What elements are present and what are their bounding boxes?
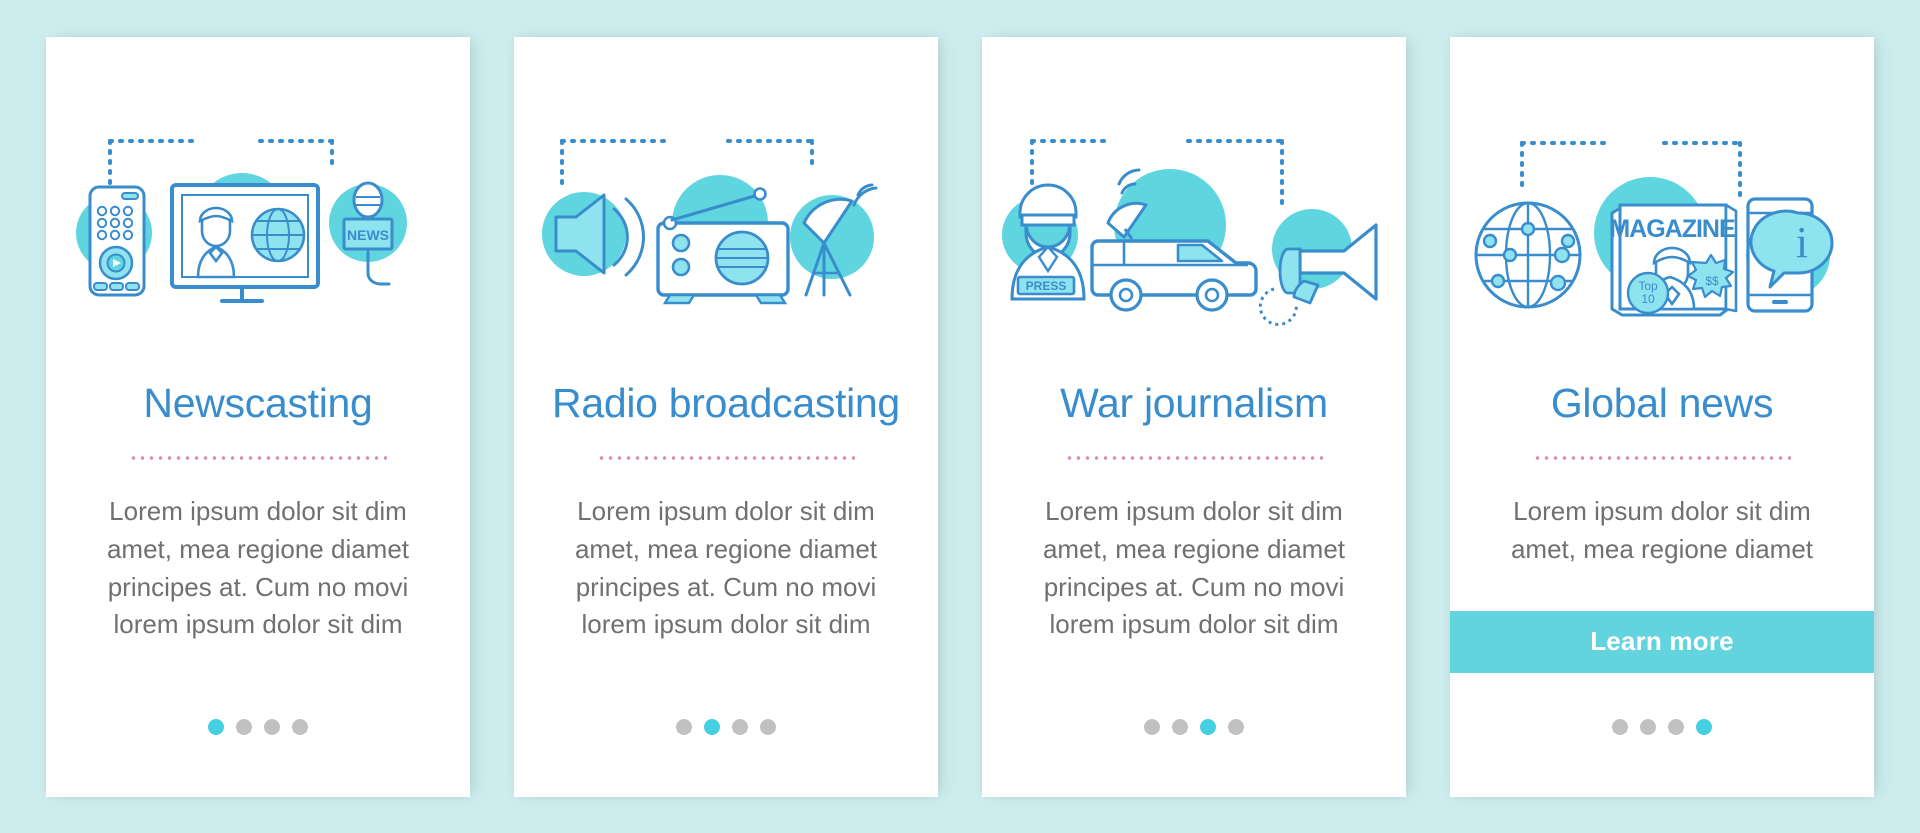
pagination-dot-3[interactable] [732,718,748,735]
pagination-dot-2[interactable] [236,718,252,735]
magazine-price-badge: $$ [1705,274,1719,288]
pagination-dot-4[interactable] [760,718,776,735]
title-divider [1065,455,1323,460]
title-divider [1533,455,1791,460]
card-body-text: Lorem ipsum dolor sit dim amet, mea regi… [1042,495,1346,640]
onboarding-card-global-news[interactable]: MAGAZINE Top 10 $$ i Global news Lorem i… [1450,36,1874,797]
pagination-dot-3[interactable] [1200,718,1216,735]
info-bubble-glyph: i [1796,218,1808,267]
card-title: Radio broadcasting [552,379,900,426]
microphone-sign-label: NEWS [347,227,389,243]
pagination-dots[interactable] [46,718,470,735]
card-body-text: Lorem ipsum dolor sit dim amet, mea regi… [1510,495,1814,564]
pagination-dots[interactable] [514,718,938,735]
pagination-dot-1[interactable] [1612,718,1628,735]
pagination-dot-2[interactable] [1640,718,1656,735]
onboarding-card-radio-broadcasting[interactable]: Radio broadcasting Lorem ipsum dolor sit… [514,36,938,797]
title-divider [597,455,855,460]
card-title: Newscasting [143,379,373,426]
illustration-global-news: MAGAZINE Top 10 $$ i [1450,37,1874,337]
pagination-dot-4[interactable] [292,718,308,735]
card-title: Global news [1550,379,1774,426]
onboarding-screens-container: NEWS Newscasting Lorem ipsum dolor sit d… [0,0,1920,833]
magazine-top-badge-line1: Top [1638,279,1658,293]
press-vest-badge-label: PRESS [1026,279,1067,293]
onboarding-card-newscasting[interactable]: NEWS Newscasting Lorem ipsum dolor sit d… [46,36,470,797]
title-divider [129,455,387,460]
pagination-dot-1[interactable] [676,718,692,735]
pagination-dot-1[interactable] [1144,718,1160,735]
illustration-radio-broadcasting [514,37,938,337]
pagination-dot-2[interactable] [1172,718,1188,735]
pagination-dot-3[interactable] [1668,718,1684,735]
magazine-cover-title: MAGAZINE [1609,215,1735,243]
magazine-top-badge-line2: 10 [1641,292,1655,306]
learn-more-button[interactable]: Learn more [1450,610,1874,673]
illustration-newscasting: NEWS [46,37,470,337]
pagination-dots[interactable] [1450,718,1874,735]
onboarding-card-war-journalism[interactable]: PRESS War journalism Lorem ipsum dolor s… [982,36,1406,797]
pagination-dots[interactable] [982,718,1406,735]
card-title: War journalism [1060,379,1328,426]
pagination-dot-4[interactable] [1228,718,1244,735]
pagination-dot-2[interactable] [704,718,720,735]
pagination-dot-1[interactable] [208,718,224,735]
pagination-dot-4[interactable] [1696,718,1712,735]
card-body-text: Lorem ipsum dolor sit dim amet, mea regi… [106,495,410,640]
illustration-war-journalism: PRESS [982,37,1406,337]
pagination-dot-3[interactable] [264,718,280,735]
card-body-text: Lorem ipsum dolor sit dim amet, mea regi… [574,495,878,640]
